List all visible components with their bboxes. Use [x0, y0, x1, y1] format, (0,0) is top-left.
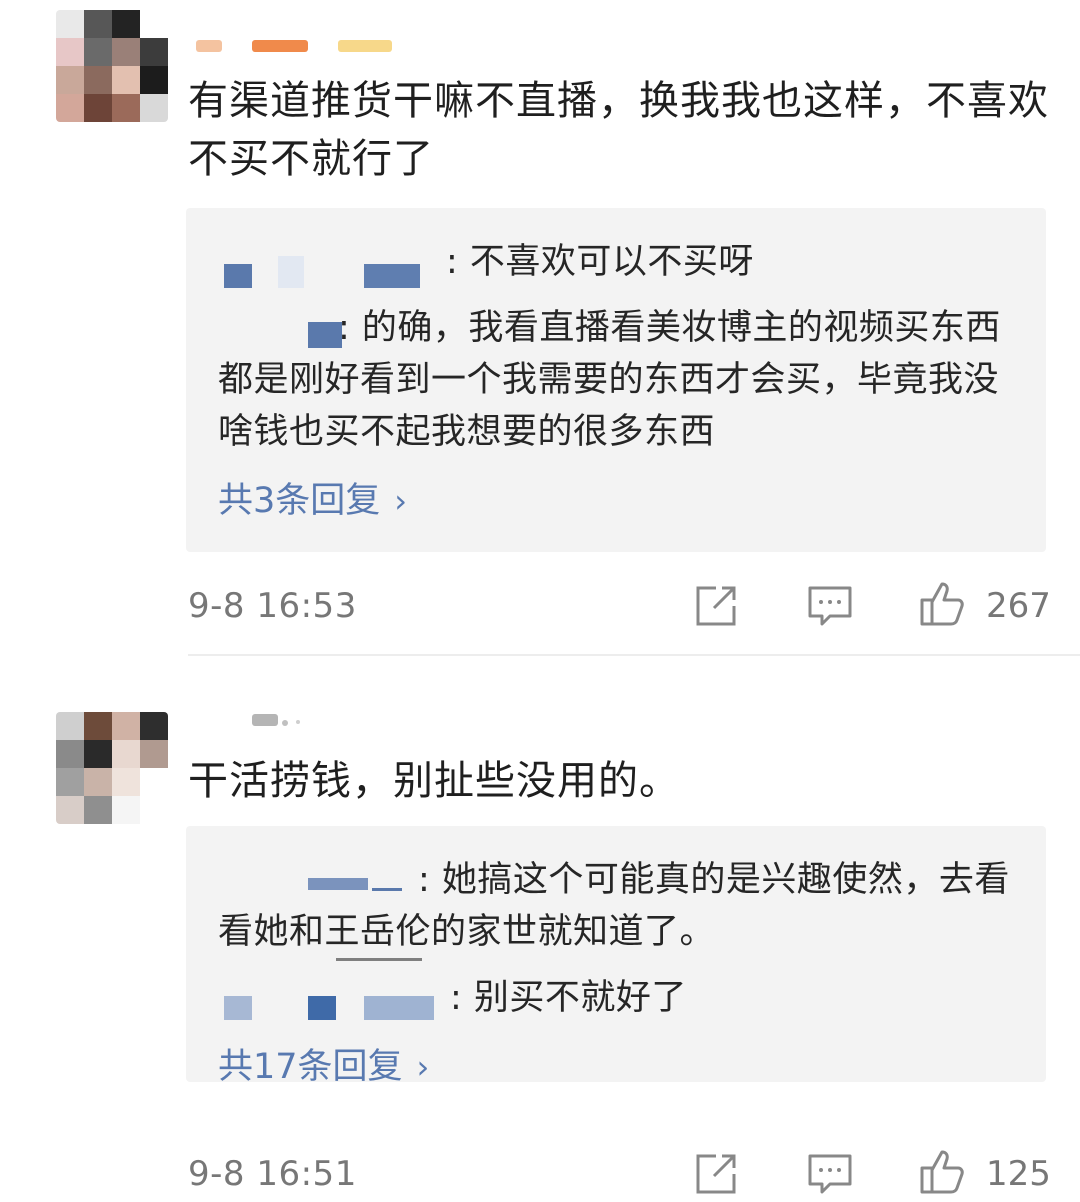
reply-text: : 她搞这个可能真的是兴趣使然，去看看她和王岳伦的家世就知道了。	[218, 860, 1010, 952]
share-icon[interactable]	[692, 1150, 740, 1198]
comment-2: 干活捞钱，别扯些没用的。 : 她搞这个可能真的是兴趣使然，去看看她和王岳伦的家世…	[0, 660, 1080, 1197]
divider	[188, 654, 1080, 656]
chevron-right-icon: ›	[394, 482, 408, 520]
thumbs-up-icon[interactable]	[918, 1148, 966, 1196]
reply-count-label: 共3条回复	[218, 481, 381, 521]
chevron-right-icon: ›	[416, 1048, 430, 1086]
avatar[interactable]	[56, 712, 168, 824]
avatar[interactable]	[56, 10, 168, 122]
timestamp: 9-8 16:53	[188, 586, 357, 626]
comment-text: 干活捞钱，别扯些没用的。	[188, 758, 680, 804]
like-count: 267	[986, 586, 1051, 626]
reply-text: : 的确，我看直播看美妆博主的视频买东西都是刚好看到一个我需要的东西才会买，毕竟…	[218, 308, 1001, 452]
like-count: 125	[986, 1154, 1051, 1194]
reply-count-label: 共17条回复	[218, 1047, 403, 1087]
comment-icon[interactable]	[806, 1150, 854, 1198]
comment-text: 有渠道推货干嘛不直播，换我我也这样，不喜欢不买不就行了	[188, 78, 1049, 182]
timestamp: 9-8 16:51	[188, 1154, 357, 1194]
share-icon[interactable]	[692, 582, 740, 630]
reply-text: : 不喜欢可以不买呀	[446, 242, 754, 282]
thumbs-up-icon[interactable]	[918, 580, 966, 628]
view-replies-link[interactable]: 共3条回复 ›	[218, 476, 407, 526]
view-replies-link[interactable]: 共17条回复 ›	[218, 1042, 429, 1092]
comment-icon[interactable]	[806, 582, 854, 630]
reply-box[interactable]: : 不喜欢可以不买呀 : 的确，我看直播看美妆博主的视频买东西都是刚好看到一个我…	[186, 208, 1046, 552]
comment-1: 有渠道推货干嘛不直播，换我我也这样，不喜欢不买不就行了 : 不喜欢可以不买呀 :…	[0, 0, 1080, 660]
reply-text: : 别买不就好了	[450, 978, 687, 1018]
